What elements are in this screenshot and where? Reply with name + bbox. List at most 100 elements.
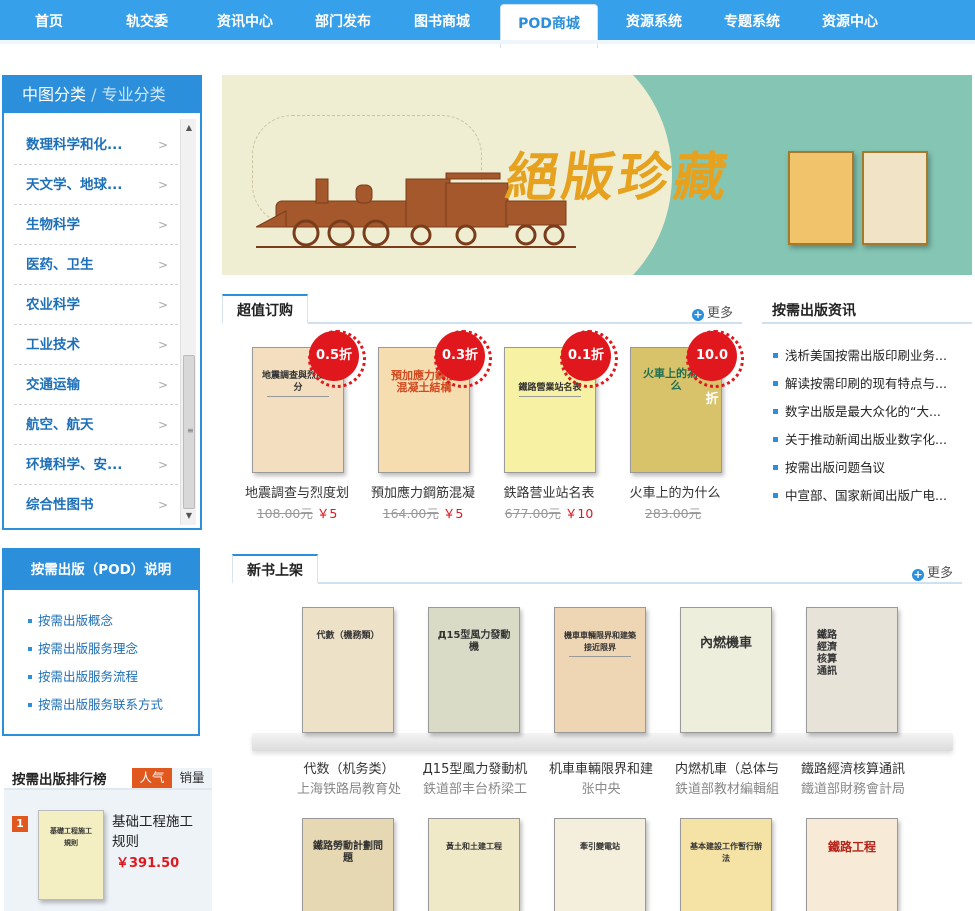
news-item[interactable]: 按需出版问题刍议 [773, 457, 973, 476]
top-nav: 首页 轨交委 资讯中心 部门发布 图书商城 POD商城 资源系统 专题系统 资源… [0, 0, 975, 48]
new-book-cover[interactable]: 基本建設工作暫行辦法 [680, 818, 772, 911]
discount-badge: 0.5折 [308, 330, 366, 388]
old-price: 108.00元 [256, 506, 313, 521]
category-item[interactable]: 农业科学 > [14, 285, 178, 325]
category-label: 医药、卫生 [26, 257, 94, 273]
category-label: 农业科学 [26, 297, 80, 313]
book-shelf [252, 733, 953, 751]
discount-badge: 10.0折 [686, 330, 744, 407]
category-label: 交通运输 [26, 377, 80, 393]
new-book-cover[interactable]: Д15型風力發動機 [428, 607, 520, 733]
new-book-title[interactable]: 鐵路經濟核算通訊 [790, 758, 916, 777]
new-book-publisher: 鐵道部財務會計局 [800, 782, 905, 797]
category-label: 数理科学和化... [26, 137, 123, 153]
cover-title: 鐵路經濟核算通訊 [817, 630, 837, 677]
deal-book-title[interactable]: 鉄路营业站名表 [486, 482, 612, 501]
cover-title: 代數（機務類） [316, 631, 380, 641]
new-book-cover[interactable]: 鐵路勞動計劃問題 [302, 818, 394, 911]
category-item[interactable]: 工业技术 > [14, 325, 178, 365]
pod-link[interactable]: 按需出版服务联系方式 [28, 694, 163, 713]
news-divider [762, 322, 972, 324]
nav-underline [0, 40, 975, 44]
sidebar-header: 中图分类 / 专业分类 [4, 77, 200, 113]
plus-icon: + [912, 568, 924, 581]
banner[interactable]: 絕版珍藏 [222, 75, 972, 275]
cover-title: 內燃機車 [699, 636, 752, 651]
scroll-down-icon[interactable]: ▼ [181, 509, 197, 523]
sidebar-scrollbar[interactable]: ▲ ≡ ▼ [180, 119, 196, 525]
new-book-publisher: 鉄道部教材編輯組 [674, 782, 779, 797]
category-label: 综合性图书 [26, 497, 94, 513]
category-item[interactable]: 环境科学、安... > [14, 445, 178, 485]
category-label: 环境科学、安... [26, 457, 123, 473]
new-book-cover[interactable]: 機車車輛限界和建築接近限界 [554, 607, 646, 733]
nav-topic-system[interactable]: 专题系统 [710, 0, 794, 40]
news-item[interactable]: 数字出版是最大众化的“大... [773, 401, 973, 420]
new-book-cover[interactable]: 內燃機車 [680, 607, 772, 733]
new-book-cover[interactable]: 牽引變電站 [554, 818, 646, 911]
pod-link[interactable]: 按需出版概念 [28, 610, 113, 629]
category-item[interactable]: 数理科学和化... > [14, 125, 178, 165]
new-book-cover[interactable]: 鐵路經濟核算通訊 [806, 607, 898, 733]
ranking-book-cover[interactable]: 基礎工程施工規則 [38, 810, 104, 900]
new-book-cover[interactable]: 代數（機務類） [302, 607, 394, 733]
new-book-title[interactable]: 内燃机車（总体与 [664, 758, 790, 777]
category-item[interactable]: 综合性图书 > [14, 485, 178, 525]
deal-book-title[interactable]: 地震調查与烈度划 [234, 482, 360, 501]
category-item[interactable]: 天文学、地球... > [14, 165, 178, 205]
news-item[interactable]: 浅析美国按需出版印刷业务... [773, 345, 973, 364]
new-book-title[interactable]: 机車車輛限界和建 [538, 758, 664, 777]
new-book-publisher: 上海铁路局教育处 [296, 782, 401, 797]
cover-title: 牽引變電站 [580, 842, 620, 851]
nav-transit-committee[interactable]: 轨交委 [108, 0, 186, 40]
cover-title: 基礎工程施工規則 [50, 827, 92, 847]
chevron-right-icon: > [157, 258, 168, 272]
nav-resource-center[interactable]: 资源中心 [808, 0, 892, 40]
nav-home[interactable]: 首页 [12, 0, 86, 40]
new-book-title[interactable]: 代数（机务类） [286, 758, 412, 777]
chevron-right-icon: > [157, 378, 168, 392]
tab-popularity[interactable]: 人气 [132, 768, 172, 788]
cover-title: 機車車輛限界和建築接近限界 [564, 631, 636, 652]
category-label: 天文学、地球... [26, 177, 123, 193]
discount-badge: 0.1折 [560, 330, 618, 388]
tab-deals[interactable]: 超值订购 [222, 294, 308, 324]
nav-department[interactable]: 部门发布 [303, 0, 383, 40]
new-book-cover[interactable]: 黃土和土建工程 [428, 818, 520, 911]
chevron-right-icon: > [157, 178, 168, 192]
scrollbar-thumb[interactable]: ≡ [183, 355, 195, 509]
category-item[interactable]: 医药、卫生 > [14, 245, 178, 285]
cover-title: 黃土和土建工程 [446, 842, 502, 851]
newbooks-more-link[interactable]: + 更多 [912, 562, 953, 581]
news-item[interactable]: 关于推动新闻出版业数字化... [773, 429, 973, 448]
tab-chinese-classification[interactable]: 中图分类 [22, 85, 86, 104]
ranking-book-title[interactable]: 基础工程施工规则 [112, 812, 204, 852]
news-item[interactable]: 中宣部、国家新闻出版广电... [773, 485, 973, 504]
nav-news-center[interactable]: 资讯中心 [205, 0, 285, 40]
tab-sales[interactable]: 销量 [172, 768, 212, 788]
tab-new-books[interactable]: 新书上架 [232, 554, 318, 584]
cover-rule [519, 396, 581, 397]
pod-info-box: 按需出版（POD）说明 按需出版概念 按需出版服务理念 按需出版服务流程 按需出… [2, 548, 200, 736]
new-price: ￥10 [564, 506, 594, 521]
deal-price: 108.00元 ￥5 [234, 503, 360, 522]
deals-more-link[interactable]: + 更多 [692, 302, 733, 321]
deal-price: 283.00元 [612, 503, 738, 522]
deal-book-title[interactable]: 火車上的为什么 [612, 482, 738, 501]
new-book-title[interactable]: Д15型風力發動机 [412, 758, 538, 777]
nav-resource-system[interactable]: 资源系统 [612, 0, 696, 40]
pod-link[interactable]: 按需出版服务流程 [28, 666, 138, 685]
news-item[interactable]: 解读按需印刷的现有特点与... [773, 373, 973, 392]
rank-number: 1 [12, 816, 28, 832]
scroll-up-icon[interactable]: ▲ [181, 121, 197, 135]
nav-book-mall[interactable]: 图书商城 [400, 0, 484, 40]
category-item[interactable]: 交通运输 > [14, 365, 178, 405]
category-sidebar: 中图分类 / 专业分类 数理科学和化... > 天文学、地球... > 生物科学 > … [2, 75, 202, 530]
category-item[interactable]: 航空、航天 > [14, 405, 178, 445]
deal-book-title[interactable]: 預加應力鋼筋混凝 [360, 482, 486, 501]
tab-professional-classification[interactable]: 专业分类 [102, 85, 166, 104]
cover-title: 鐵路工程 [827, 840, 876, 854]
category-item[interactable]: 生物科学 > [14, 205, 178, 245]
new-book-cover[interactable]: 鐵路工程 [806, 818, 898, 911]
pod-link[interactable]: 按需出版服务理念 [28, 638, 138, 657]
